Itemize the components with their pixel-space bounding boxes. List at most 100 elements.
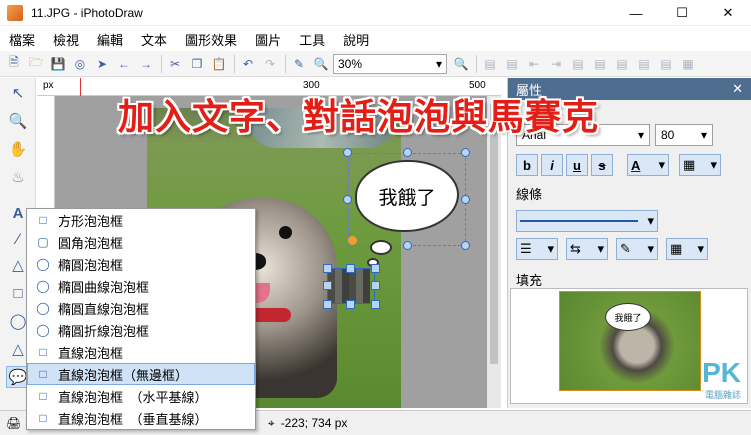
menu-item-label: 橢圓曲線泡泡框 bbox=[58, 279, 150, 295]
maximize-button[interactable]: ☐ bbox=[659, 0, 705, 26]
menu-item-label: 圓角泡泡框 bbox=[58, 235, 124, 251]
chevron-down-icon: ▾ bbox=[658, 157, 665, 172]
align-middle-icon[interactable]: ▤ bbox=[590, 54, 610, 74]
menu-item-line-bubble-no-border[interactable]: □ 直線泡泡框（無邊框） bbox=[27, 363, 255, 385]
square-bubble-icon: □ bbox=[39, 213, 47, 227]
open-folder-icon[interactable]: 🗁 bbox=[26, 54, 46, 74]
menu-image[interactable]: 圖片 bbox=[246, 30, 290, 49]
save-icon[interactable]: 💾 bbox=[48, 54, 68, 74]
preview-bubble: 我餓了 bbox=[605, 303, 651, 331]
distribute-icon[interactable]: ▤ bbox=[656, 54, 676, 74]
align-top-icon[interactable]: ▤ bbox=[568, 54, 588, 74]
resize-handle[interactable] bbox=[371, 264, 380, 273]
resize-handle[interactable] bbox=[343, 148, 352, 157]
paste-icon[interactable]: 📋 bbox=[209, 54, 229, 74]
ellipse-curve-bubble-icon: ◯ bbox=[36, 279, 50, 293]
grid-icon: ▦ bbox=[683, 157, 696, 172]
main-toolbar: 🗎 🗁 💾 ◎ ➤ ← → ✂ ❐ 📋 ↶ ↷ ✎ 🔍 30% ▾ 🔍 ▤ ▤ … bbox=[0, 51, 751, 77]
menu-item-square-bubble[interactable]: □ 方形泡泡框 bbox=[27, 209, 255, 231]
bold-button[interactable]: b bbox=[516, 154, 538, 176]
menu-view[interactable]: 檢視 bbox=[44, 30, 88, 49]
menu-bar: 檔案 檢視 編輯 文本 圖形效果 圖片 工具 說明 bbox=[0, 28, 751, 50]
rotate-left-icon[interactable]: ↶ bbox=[238, 54, 258, 74]
zoom-out-icon[interactable]: 🔍 bbox=[311, 54, 331, 74]
menu-tools[interactable]: 工具 bbox=[290, 30, 334, 49]
italic-button[interactable]: i bbox=[541, 154, 563, 176]
mosaic-selection bbox=[327, 268, 375, 304]
align-left-icon[interactable]: ⇤ bbox=[524, 54, 544, 74]
zoom-tool-icon[interactable]: 🔍 bbox=[6, 110, 30, 132]
resize-handle[interactable] bbox=[461, 148, 470, 157]
disc-icon[interactable]: ◎ bbox=[70, 54, 90, 74]
menu-text[interactable]: 文本 bbox=[132, 30, 176, 49]
bubble-shape-menu: □ 方形泡泡框 ▢ 圓角泡泡框 ◯ 橢圓泡泡框 ◯ 橢圓曲線泡泡框 ◯ 橢圓直線… bbox=[26, 208, 256, 430]
minimize-button[interactable]: — bbox=[613, 0, 659, 26]
font-size-select[interactable]: 80 ▾ bbox=[655, 124, 713, 146]
resize-handle[interactable] bbox=[346, 264, 355, 273]
menu-item-line-bubble[interactable]: □ 直線泡泡框 bbox=[27, 341, 255, 363]
line-options-row: ☰ ▾ ⇆ ▾ ✎ ▾ ▦ ▾ bbox=[516, 238, 711, 260]
align-bottom-icon[interactable]: ▤ bbox=[612, 54, 632, 74]
zoom-in-icon[interactable]: 🔍 bbox=[451, 54, 471, 74]
menu-item-ellipse-curve-bubble[interactable]: ◯ 橢圓曲線泡泡框 bbox=[27, 275, 255, 297]
redo-icon[interactable]: → bbox=[136, 54, 156, 74]
group-icon[interactable]: ▦ bbox=[678, 54, 698, 74]
resize-handle[interactable] bbox=[323, 300, 332, 309]
underline-button[interactable]: u bbox=[566, 154, 588, 176]
copy-icon[interactable]: ❐ bbox=[187, 54, 207, 74]
menu-effects[interactable]: 圖形效果 bbox=[176, 30, 246, 49]
cut-icon[interactable]: ✂ bbox=[165, 54, 185, 74]
menu-item-line-bubble-vertical[interactable]: □ 直線泡泡框 （垂直基線） bbox=[27, 407, 255, 429]
edit-icon[interactable]: ✎ bbox=[289, 54, 309, 74]
resize-handle[interactable] bbox=[323, 281, 332, 290]
resize-handle[interactable] bbox=[461, 195, 470, 204]
chevron-down-icon: ▾ bbox=[647, 241, 654, 256]
menu-help[interactable]: 說明 bbox=[334, 30, 378, 49]
line-bubble-vertical-icon: □ bbox=[39, 411, 47, 425]
rotate-right-icon[interactable]: ↷ bbox=[260, 54, 280, 74]
resize-handle[interactable] bbox=[403, 148, 412, 157]
font-color-button[interactable]: A ▾ bbox=[627, 154, 669, 176]
menu-item-line-bubble-horizontal[interactable]: □ 直線泡泡框 （水平基線） bbox=[27, 385, 255, 407]
menu-edit[interactable]: 編輯 bbox=[88, 30, 132, 49]
menu-file[interactable]: 檔案 bbox=[0, 30, 44, 49]
resize-handle[interactable] bbox=[403, 241, 412, 250]
resize-handle[interactable] bbox=[461, 241, 470, 250]
fill-bucket-icon[interactable]: ♨ bbox=[6, 166, 30, 188]
zoom-select[interactable]: 30% ▾ bbox=[333, 53, 447, 74]
menu-item-label: 方形泡泡框 bbox=[58, 213, 124, 229]
close-icon[interactable]: ✕ bbox=[732, 81, 743, 97]
bubble-tail-handle[interactable] bbox=[348, 236, 357, 245]
scrollbar-thumb[interactable] bbox=[490, 104, 498, 364]
arrow-style-button[interactable]: ⇆ ▾ bbox=[566, 238, 608, 260]
align-center-icon[interactable]: ▤ bbox=[634, 54, 654, 74]
vertical-scrollbar[interactable] bbox=[487, 96, 501, 408]
bring-front-icon[interactable]: ▤ bbox=[480, 54, 500, 74]
pointer-icon[interactable]: ↖ bbox=[6, 82, 30, 104]
menu-item-ellipse-bubble[interactable]: ◯ 橢圓泡泡框 bbox=[27, 253, 255, 275]
menu-item-rounded-bubble[interactable]: ▢ 圓角泡泡框 bbox=[27, 231, 255, 253]
menu-item-ellipse-polyline-bubble[interactable]: ◯ 橢圓折線泡泡框 bbox=[27, 319, 255, 341]
line-border-button[interactable]: ▦ ▾ bbox=[666, 238, 708, 260]
line-width-icon: ☰ bbox=[520, 241, 532, 256]
resize-handle[interactable] bbox=[343, 195, 352, 204]
menu-item-ellipse-line-bubble[interactable]: ◯ 橢圓直線泡泡框 bbox=[27, 297, 255, 319]
line-color-button[interactable]: ✎ ▾ bbox=[616, 238, 658, 260]
send-back-icon[interactable]: ▤ bbox=[502, 54, 522, 74]
resize-handle[interactable] bbox=[323, 264, 332, 273]
close-button[interactable]: ✕ bbox=[705, 0, 751, 26]
line-style-select[interactable]: ▾ bbox=[516, 210, 658, 232]
new-file-icon[interactable]: 🗎 bbox=[4, 54, 24, 74]
strikethrough-button[interactable]: s bbox=[591, 154, 613, 176]
text-border-button[interactable]: ▦ ▾ bbox=[679, 154, 721, 176]
undo-icon[interactable]: ← bbox=[114, 54, 134, 74]
dog-eye-right bbox=[279, 226, 292, 239]
line-width-button[interactable]: ☰ ▾ bbox=[516, 238, 558, 260]
menu-item-label: 直線泡泡框（無邊框） bbox=[58, 367, 189, 383]
hand-icon[interactable]: ✋ bbox=[6, 138, 30, 160]
align-right-icon[interactable]: ⇥ bbox=[546, 54, 566, 74]
resize-handle[interactable] bbox=[371, 300, 380, 309]
share-icon[interactable]: ➤ bbox=[92, 54, 112, 74]
resize-handle[interactable] bbox=[346, 300, 355, 309]
resize-handle[interactable] bbox=[371, 281, 380, 290]
